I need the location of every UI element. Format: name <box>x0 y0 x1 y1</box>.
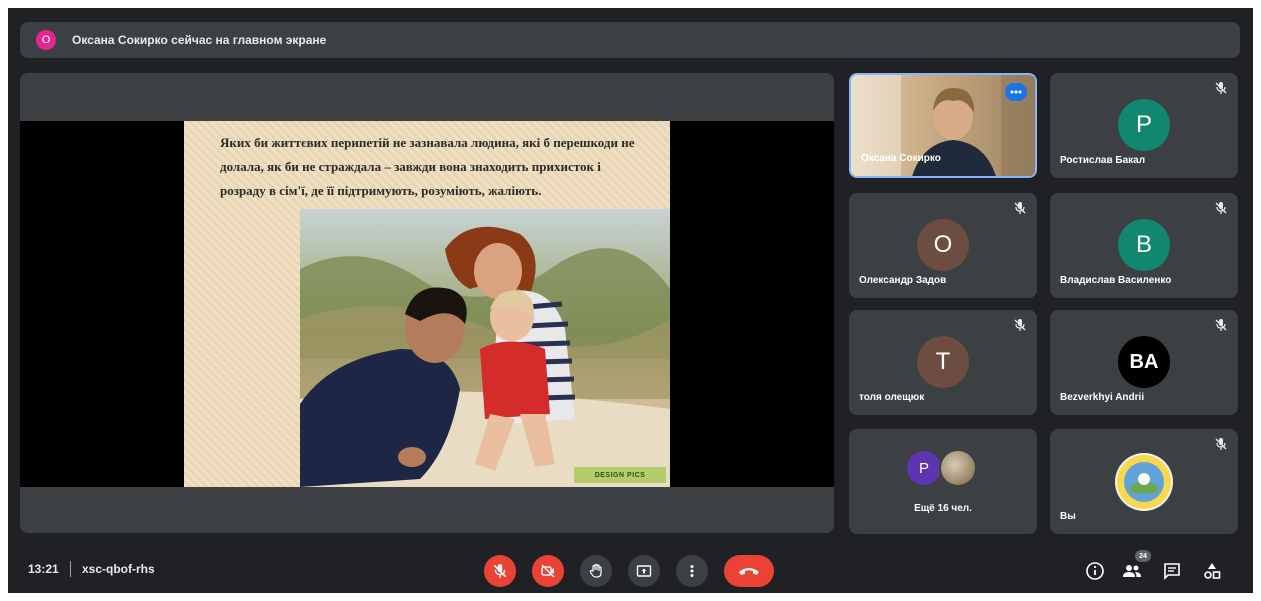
activities-button[interactable] <box>1200 559 1224 583</box>
participant-avatar: P <box>907 451 941 485</box>
toolbar-divider <box>70 561 71 577</box>
chat-button[interactable] <box>1160 559 1184 583</box>
activities-icon <box>1204 563 1221 579</box>
more-options-button[interactable] <box>676 555 708 587</box>
participant-name: Bezverkhyi Andrii <box>1060 392 1145 403</box>
participant-name: Олександр Задов <box>859 275 947 286</box>
family-photo-illustration <box>300 226 670 487</box>
hand-icon <box>589 563 602 578</box>
more-participants-tile[interactable]: P Ещё 16 чел. <box>849 429 1037 534</box>
meeting-code: xsc-qbof-rhs <box>82 562 155 576</box>
more-options-button[interactable] <box>1005 83 1027 101</box>
camera-off-icon <box>541 564 555 578</box>
meet-window: О Оксана Сокирко сейчас на главном экран… <box>8 8 1253 593</box>
banner-text: Оксана Сокирко сейчас на главном экране <box>72 33 327 47</box>
chat-icon <box>1164 563 1180 580</box>
meeting-time: 13:21 <box>28 562 59 576</box>
presentation-banner: О Оксана Сокирко сейчас на главном экран… <box>20 22 1240 58</box>
more-horizontal-icon <box>1010 90 1022 94</box>
participant-tile[interactable]: О Олександр Задов <box>849 193 1037 298</box>
participant-avatar: Р <box>1118 99 1170 151</box>
presentation-stage: Яких би життєвих перипетій не зазнавала … <box>20 73 834 533</box>
mic-off-icon <box>1014 319 1026 331</box>
mic-off-icon <box>493 564 507 578</box>
mic-toggle-button[interactable] <box>484 555 516 587</box>
self-avatar <box>1115 453 1173 511</box>
participant-avatar: О <box>917 219 969 271</box>
photo-credit: DESIGN PICS <box>574 467 666 483</box>
participant-name: Оксана Сокирко <box>861 153 941 164</box>
slide-family-photo: DESIGN PICS <box>300 209 670 487</box>
participants-button[interactable] <box>1120 559 1144 583</box>
participant-tile[interactable]: Т толя олещюк <box>849 310 1037 415</box>
participant-name: Ростислав Бакал <box>1060 155 1146 166</box>
mic-off-icon <box>1215 202 1227 214</box>
camera-toggle-button[interactable] <box>532 555 564 587</box>
present-screen-icon <box>636 565 652 577</box>
participant-tile[interactable]: BA Bezverkhyi Andrii <box>1050 310 1238 415</box>
leave-call-button[interactable] <box>724 555 774 587</box>
mic-off-icon <box>1215 319 1227 331</box>
more-participants-label: Ещё 16 чел. <box>914 503 972 514</box>
more-vertical-icon <box>690 565 694 577</box>
slide-text: Яких би життєвих перипетій не зазнавала … <box>220 135 635 198</box>
participant-tile-speaker[interactable]: Оксана Сокирко <box>849 73 1037 178</box>
mic-off-icon <box>1014 202 1026 214</box>
raise-hand-button[interactable] <box>580 555 612 587</box>
presentation-slide: Яких би життєвих перипетій не зазнавала … <box>184 121 670 487</box>
mic-off-icon <box>1215 82 1227 94</box>
hang-up-icon <box>739 568 759 575</box>
meeting-details-button[interactable] <box>1083 559 1107 583</box>
presenter-avatar: О <box>36 30 56 50</box>
present-screen-button[interactable] <box>628 555 660 587</box>
people-icon <box>1123 565 1141 577</box>
participant-name: Вы <box>1060 511 1076 522</box>
participant-name: Владислав Василенко <box>1060 275 1172 286</box>
emblem-avatar-image <box>1117 455 1171 509</box>
shared-screen: Яких би життєвих перипетій не зазнавала … <box>20 121 834 487</box>
info-icon <box>1086 562 1104 580</box>
participant-avatar: В <box>1118 219 1170 271</box>
participant-tile[interactable]: Р Ростислав Бакал <box>1050 73 1238 178</box>
participant-name: толя олещюк <box>859 392 925 403</box>
mic-off-icon <box>1215 438 1227 450</box>
participant-avatar: BA <box>1118 336 1170 388</box>
participant-avatar: Т <box>917 336 969 388</box>
self-tile[interactable]: Вы <box>1050 429 1238 534</box>
bottom-toolbar: 13:21 xsc-qbof-rhs 24 <box>8 546 1253 593</box>
participant-tile[interactable]: В Владислав Василенко <box>1050 193 1238 298</box>
participant-photo-avatar <box>939 449 977 487</box>
